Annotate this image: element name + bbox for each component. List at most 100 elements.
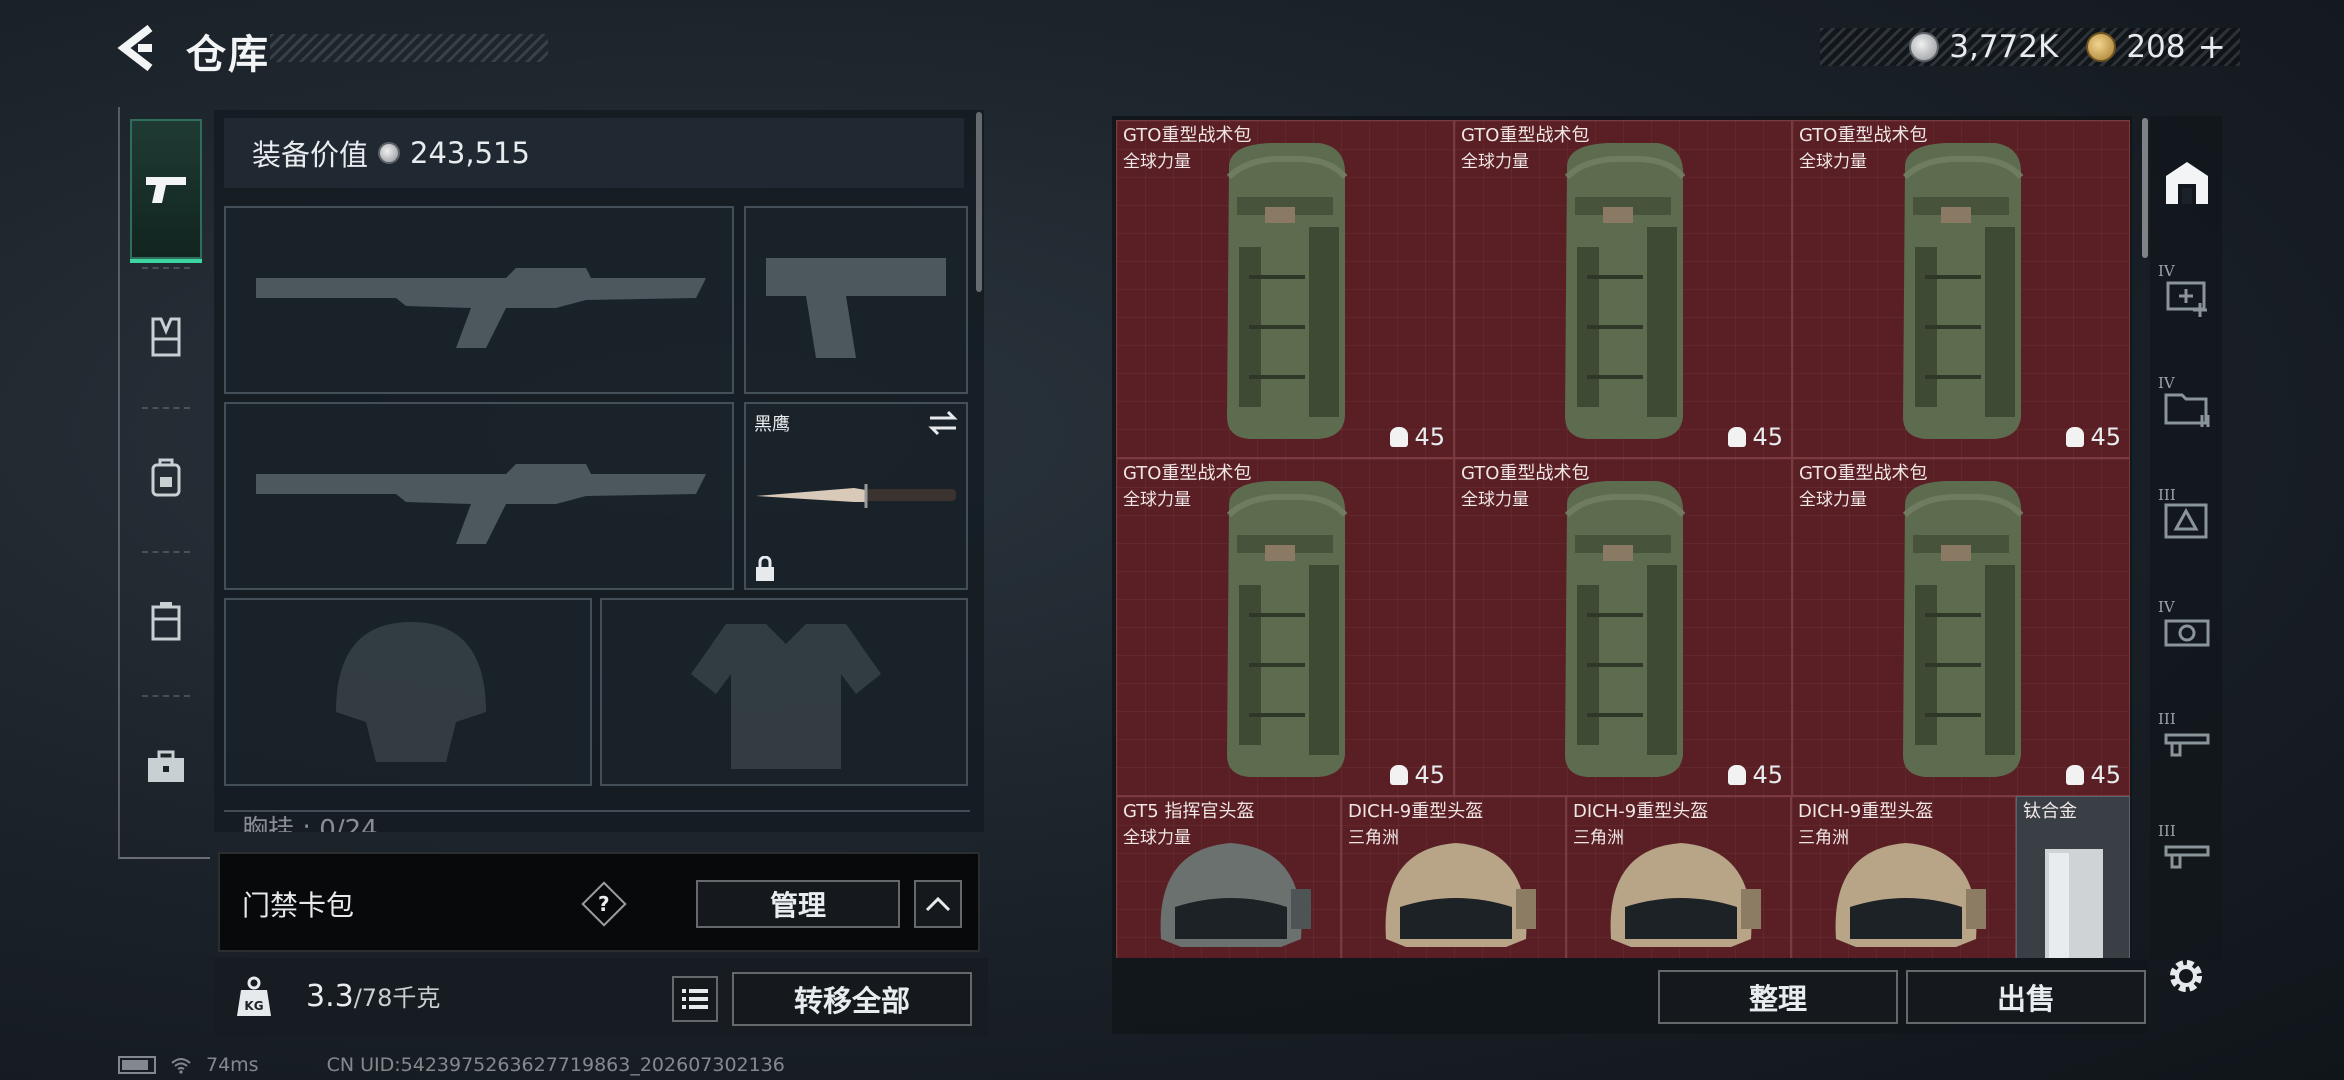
rifle-silhouette-icon	[256, 268, 706, 348]
helmet-item-image	[1385, 843, 1536, 947]
equipment-scrollbar[interactable]	[976, 112, 982, 292]
weight-icon: KG	[237, 976, 271, 1016]
silver-coin-icon	[378, 142, 401, 164]
body-armor-slot[interactable]	[600, 598, 968, 786]
rail-item-vest[interactable]	[130, 267, 202, 407]
container-item-stash[interactable]	[2158, 154, 2216, 212]
gold-currency-value: 208	[2126, 29, 2186, 65]
tier-label: IV	[2158, 374, 2175, 392]
equipment-panel: 装备价值 243,515 黑鹰 胸挂: 0/24	[214, 110, 984, 832]
stash-item-helmet[interactable]: GT5 指挥官头盔 全球力量	[1116, 796, 1341, 958]
container-item-weapon-rack-2[interactable]: III	[2158, 822, 2216, 884]
primary-weapon-slot[interactable]	[224, 206, 734, 394]
rail-item-case[interactable]	[130, 551, 202, 691]
list-icon	[682, 989, 708, 1009]
item-name: GTO重型战术包	[1799, 125, 1928, 146]
stash-scrollbar[interactable]	[2142, 118, 2148, 258]
stash-grid: GTO重型战术包 全球力量 45 GTO重型战术包 全球力量 45 GTO重型战…	[1116, 120, 2130, 958]
transfer-all-button[interactable]: 转移全部	[732, 972, 972, 1026]
sort-button[interactable]: 整理	[1658, 970, 1898, 1024]
item-name: GTO重型战术包	[1461, 463, 1590, 484]
backpack-item-image	[1564, 481, 1686, 777]
stash-item-backpack[interactable]: GTO重型战术包 全球力量 45	[1116, 458, 1454, 796]
gold-coin-icon	[2086, 32, 2117, 62]
capacity-value: 45	[1752, 761, 1783, 789]
stash-item-helmet[interactable]: DICH-9重型头盔 三角洲	[1341, 796, 1566, 958]
capacity-value: 45	[1414, 423, 1445, 451]
item-brand: 全球力量	[1123, 152, 1191, 172]
stash-item-backpack[interactable]: GTO重型战术包 全球力量 45	[1454, 458, 1792, 796]
stash-item-helmet[interactable]: DICH-9重型头盔 三角洲	[1791, 796, 2016, 958]
tier-label: III	[2158, 822, 2176, 840]
manage-button[interactable]: 管理	[696, 880, 900, 928]
stash-item-backpack[interactable]: GTO重型战术包 全球力量 45	[1116, 120, 1454, 458]
item-name: GTO重型战术包	[1799, 463, 1928, 484]
uid-text: CN UID:5423975263627719863_202607302136	[326, 1054, 785, 1076]
helmet-item-image	[1610, 843, 1761, 947]
stash-item-backpack[interactable]: GTO重型战术包 全球力量 45	[1792, 458, 2130, 796]
capacity-value: 45	[2090, 761, 2121, 789]
item-name: DICH-9重型头盔	[1798, 801, 1934, 822]
weight-bar: KG 3.3/78千克 转移全部	[214, 958, 988, 1036]
item-brand: 全球力量	[1123, 828, 1191, 848]
sell-button[interactable]: 出售	[1906, 970, 2146, 1024]
container-item-folder[interactable]: IV	[2158, 374, 2216, 436]
silver-coin-icon	[1909, 32, 1940, 62]
equipment-value-label: 装备价值	[252, 138, 369, 172]
capacity-icon	[1390, 427, 1409, 447]
rail-item-weapons[interactable]	[130, 119, 202, 263]
item-name: GTO重型战术包	[1123, 463, 1252, 484]
backpack-item-image	[1226, 143, 1348, 439]
stash-item-helmet[interactable]: DICH-9重型头盔 三角洲	[1566, 796, 1791, 958]
tier-label: III	[2158, 710, 2176, 728]
tier-label: III	[2158, 486, 2176, 504]
backpack-item-image	[1564, 143, 1686, 439]
rail-item-backpack[interactable]	[130, 407, 202, 547]
container-item-hazard[interactable]: III	[2158, 486, 2216, 548]
capacity-icon	[2066, 765, 2085, 785]
pistol-icon	[146, 177, 186, 203]
melee-name: 黑鹰	[754, 414, 790, 435]
current-weight: 3.3	[306, 979, 354, 1014]
container-item-weapon-rack[interactable]: III	[2158, 710, 2216, 772]
card-bag-help-button[interactable]: ?	[581, 881, 627, 927]
rail-item-toolbox[interactable]	[130, 697, 202, 837]
page-title: 仓库	[186, 32, 270, 78]
item-capacity: 45	[1390, 761, 1445, 789]
stash-item-backpack[interactable]: GTO重型战术包 全球力量 45	[1454, 120, 1792, 458]
helmet-silhouette-icon	[336, 622, 486, 762]
item-name: DICH-9重型头盔	[1348, 801, 1484, 822]
stash-item-backpack[interactable]: GTO重型战术包 全球力量 45	[1792, 120, 2130, 458]
vest-icon	[151, 317, 181, 357]
capacity-value: 45	[1752, 423, 1783, 451]
tier-label: IV	[2158, 262, 2175, 280]
melee-slot[interactable]: 黑鹰	[744, 402, 968, 590]
container-item-medkit[interactable]: IV	[2158, 262, 2216, 324]
item-name: DICH-9重型头盔	[1573, 801, 1709, 822]
case-icon	[151, 602, 181, 641]
settings-button[interactable]	[2160, 950, 2212, 1002]
container-item-camera[interactable]: IV	[2158, 598, 2216, 660]
stash-item-titanium[interactable]: 钛合金	[2016, 796, 2130, 958]
list-view-button[interactable]	[672, 976, 718, 1022]
item-capacity: 45	[2066, 423, 2121, 451]
back-button[interactable]	[112, 20, 162, 76]
add-currency-button[interactable]: +	[2198, 27, 2227, 67]
capacity-value: 45	[2090, 423, 2121, 451]
secondary-weapon-slot[interactable]	[224, 402, 734, 590]
helmet-slot[interactable]	[224, 598, 592, 786]
svg-text:KG: KG	[244, 999, 263, 1013]
capacity-icon	[2066, 427, 2085, 447]
stash-home-icon	[2166, 162, 2208, 204]
chevron-up-icon	[925, 896, 951, 912]
lock-icon	[756, 556, 774, 581]
item-brand: 全球力量	[1461, 152, 1529, 172]
expand-button[interactable]	[914, 880, 962, 928]
help-icon: ?	[598, 891, 610, 916]
status-line: 74ms CN UID:5423975263627719863_20260730…	[118, 1054, 785, 1076]
silver-currency-value: 3,772K	[1949, 29, 2059, 65]
stash-panel: GTO重型战术包 全球力量 45 GTO重型战术包 全球力量 45 GTO重型战…	[1112, 116, 2132, 960]
swap-icon[interactable]	[928, 410, 958, 436]
sidearm-slot[interactable]	[744, 206, 968, 394]
pistol-silhouette-icon	[766, 258, 946, 358]
